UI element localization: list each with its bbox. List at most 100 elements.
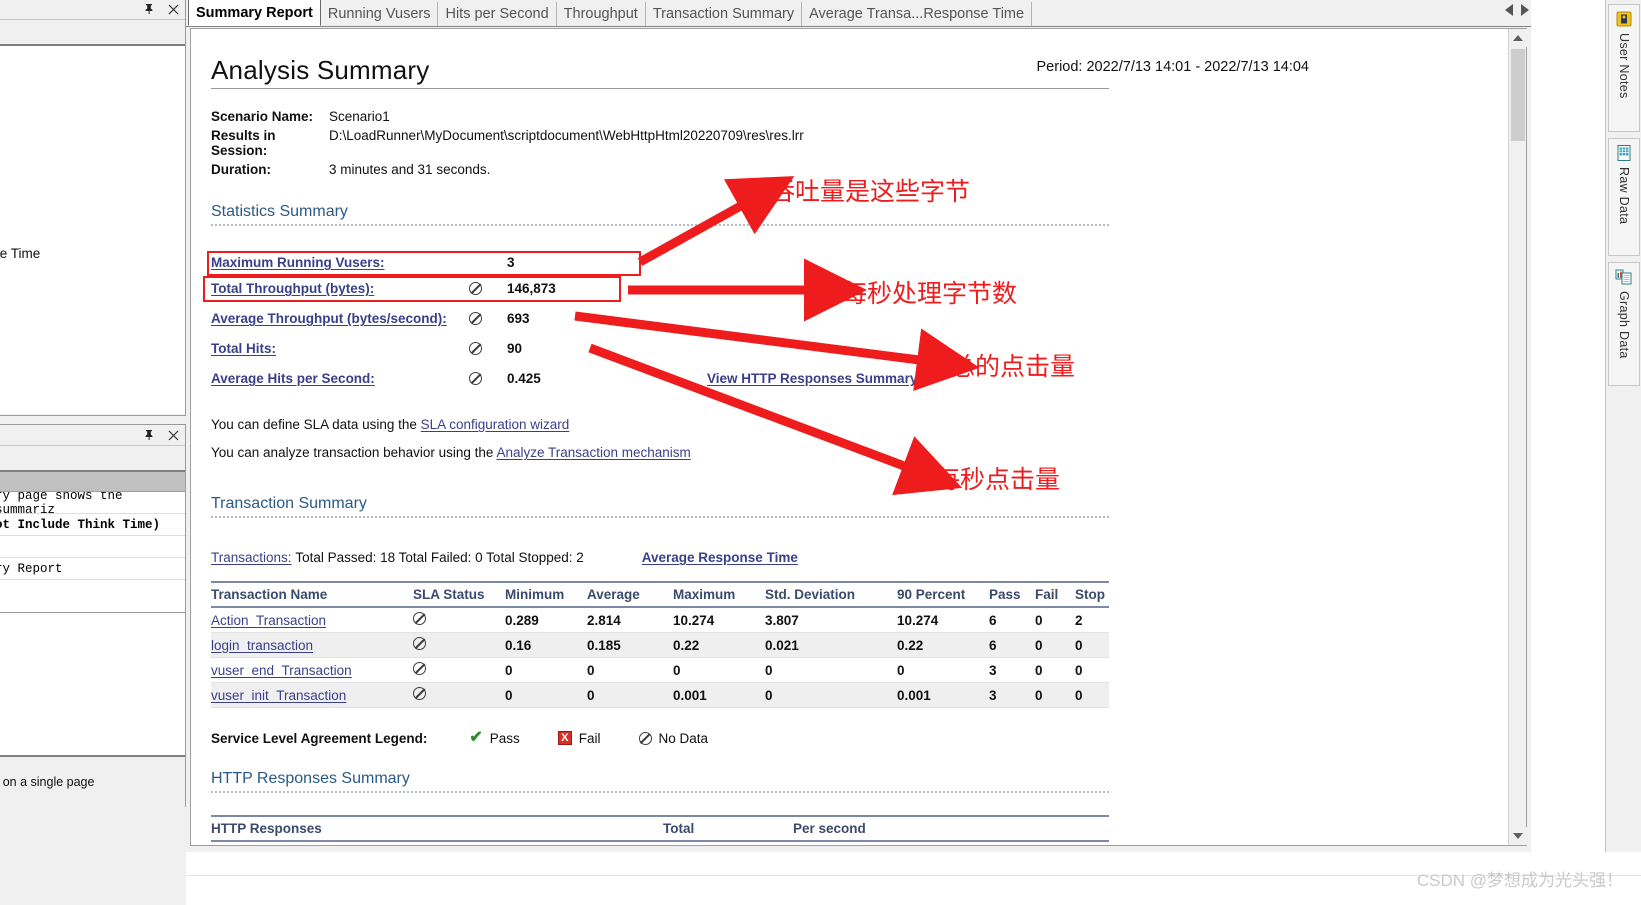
panel-toolbar[interactable] <box>0 20 185 46</box>
analyze-transaction-mechanism-link[interactable]: Analyze Transaction mechanism <box>496 445 690 460</box>
transactions-counts: Total Passed: 18 Total Failed: 0 Total S… <box>295 550 584 565</box>
notes-icon <box>1615 10 1633 28</box>
tab-average-transaction-response-time[interactable]: Average Transa...Response Time <box>802 2 1033 26</box>
cell-http-response-name[interactable]: HTTP_200 <box>211 841 663 845</box>
cell-average: 0.185 <box>587 637 621 653</box>
tab-transaction-summary[interactable]: Transaction Summary <box>645 2 803 26</box>
scroll-up-button[interactable] <box>1509 29 1527 47</box>
transaction-table: Transaction Name SLA Status Minimum Aver… <box>211 581 1109 708</box>
list-item[interactable]: ot Include Think Time) <box>0 514 185 536</box>
list-item-label: ry page shows the summariz <box>0 492 123 514</box>
cell-std-deviation: 0 <box>765 687 773 703</box>
cell-minimum: 0.16 <box>505 637 532 653</box>
table-row[interactable]: Action_Transaction 0.289 2.814 10.274 3.… <box>211 607 1109 633</box>
triangle-right-icon[interactable] <box>1521 4 1529 16</box>
right-tool-rail: User Notes Raw Data Graph Data <box>1605 0 1641 852</box>
report-vertical-scrollbar[interactable] <box>1508 29 1527 845</box>
cell-transaction-name[interactable]: Action_Transaction <box>211 607 413 633</box>
cell-maximum: 10.274 <box>673 612 715 628</box>
view-http-responses-summary-link[interactable]: View HTTP Responses Summary <box>707 371 917 386</box>
tab-running-vusers[interactable]: Running Vusers <box>320 2 439 26</box>
stat-label[interactable]: Average Hits per Second: <box>211 371 469 386</box>
tab-label: Transaction Summary <box>652 6 795 22</box>
section-heading-transaction-summary: Transaction Summary <box>211 495 367 512</box>
cell-pass: 6 <box>989 612 997 628</box>
meta-row-results-in-session: Results in Session: D:\LoadRunner\MyDocu… <box>211 128 1501 158</box>
table-row[interactable]: login_transaction 0.16 0.185 0.22 0.021 … <box>211 632 1109 658</box>
sla-legend: Service Level Agreement Legend: ✔ Pass X… <box>211 730 1501 746</box>
tab-summary-report[interactable]: Summary Report <box>188 0 321 26</box>
stat-icon-slot <box>469 372 507 385</box>
panel-toolbar-2[interactable] <box>0 446 185 472</box>
list-item[interactable]: ry Report <box>0 558 185 580</box>
triangle-left-icon[interactable] <box>1505 4 1513 16</box>
close-icon[interactable] <box>165 427 181 443</box>
chevron-down-icon <box>1513 833 1523 839</box>
http-responses-table: HTTP Responses Total Per second HTTP_200… <box>211 815 1109 845</box>
stat-row-average-hits-per-second: Average Hits per Second: 0.425 View HTTP… <box>211 368 1501 389</box>
col-http-responses: HTTP Responses <box>211 815 663 842</box>
list-item[interactable] <box>0 536 185 558</box>
report-frame: Analysis Summary Period: 2022/7/13 14:01… <box>190 28 1527 846</box>
cell-average: 2.814 <box>587 612 621 628</box>
vtab-raw-data[interactable]: Raw Data <box>1608 138 1640 256</box>
table-row[interactable]: vuser_end_Transaction 0 0 0 0 0 3 0 0 <box>211 658 1109 683</box>
no-data-icon <box>413 687 426 700</box>
section-divider <box>211 791 1109 793</box>
tab-scroll-controls <box>1505 4 1529 16</box>
tab-strip: Summary Report Running Vusers Hits per S… <box>186 0 1531 27</box>
tab-throughput[interactable]: Throughput <box>556 2 646 26</box>
graph-tree-body[interactable]: se Time <box>0 46 185 414</box>
stat-label[interactable]: Maximum Running Vusers: <box>211 255 469 270</box>
cell-90-percent: 0.22 <box>897 637 924 653</box>
vtab-label: Raw Data <box>1617 167 1631 225</box>
meta-value: 3 minutes and 31 seconds. <box>329 162 491 177</box>
sla-legend-title: Service Level Agreement Legend: <box>211 730 428 746</box>
cell-std-deviation: 0.021 <box>765 637 799 653</box>
fail-x-icon: X <box>557 731 572 745</box>
cell-fail: 0 <box>1035 687 1043 703</box>
stat-row-total-throughput: Total Throughput (bytes): 146,873 <box>211 278 1501 299</box>
cell-transaction-name[interactable]: vuser_init_Transaction <box>211 683 413 708</box>
list-item[interactable]: ry page shows the summariz <box>0 492 185 514</box>
close-icon[interactable] <box>165 1 181 17</box>
pin-icon[interactable] <box>141 427 157 443</box>
status-bar: s on a single page <box>0 755 186 807</box>
tip-sla: You can define SLA data using the SLA co… <box>211 417 1501 441</box>
report-document: Analysis Summary Period: 2022/7/13 14:01… <box>211 29 1501 845</box>
average-response-time-link[interactable]: Average Response Time <box>642 550 798 565</box>
graph-data-icon <box>1615 268 1633 286</box>
transactions-link[interactable]: Transactions: <box>211 550 292 565</box>
description-grid[interactable]: ry page shows the summariz ot Include Th… <box>0 472 185 628</box>
cell-stop: 2 <box>1075 612 1083 628</box>
tab-hits-per-second[interactable]: Hits per Second <box>438 2 557 26</box>
legend-label: Pass <box>489 730 520 746</box>
cell-per-second: 0.425 <box>793 841 1109 845</box>
cell-average: 0 <box>587 662 595 678</box>
lower-blank-body[interactable] <box>0 613 185 763</box>
table-row[interactable]: HTTP_200 90 0.425 <box>211 841 1109 845</box>
scrollbar-thumb[interactable] <box>1511 49 1525 141</box>
stat-label[interactable]: Total Hits: <box>211 341 469 356</box>
stat-icon-slot <box>469 312 507 325</box>
stat-label[interactable]: Average Throughput (bytes/second): <box>211 311 469 326</box>
pin-icon[interactable] <box>141 1 157 17</box>
vtab-graph-data[interactable]: Graph Data <box>1608 262 1640 386</box>
sla-configuration-wizard-link[interactable]: SLA configuration wizard <box>421 417 570 432</box>
vtab-user-notes[interactable]: User Notes <box>1608 4 1640 132</box>
description-panel: ry page shows the summariz ot Include Th… <box>0 424 186 630</box>
table-row[interactable]: vuser_init_Transaction 0 0 0.001 0 0.001… <box>211 682 1109 708</box>
raw-data-icon <box>1615 144 1633 162</box>
col-stop: Stop <box>1075 581 1109 608</box>
tab-label: Summary Report <box>196 4 313 21</box>
col-std-deviation: Std. Deviation <box>765 581 897 608</box>
scroll-down-button[interactable] <box>1509 827 1527 845</box>
cell-transaction-name[interactable]: vuser_end_Transaction <box>211 658 413 683</box>
legend-item-no-data: No Data <box>638 731 708 746</box>
stat-label[interactable]: Total Throughput (bytes): <box>211 281 469 296</box>
graph-tree-clipped-item[interactable]: se Time <box>0 246 40 261</box>
cell-transaction-name[interactable]: login_transaction <box>211 633 413 658</box>
col-average: Average <box>587 581 673 608</box>
check-icon: ✔ <box>469 729 483 746</box>
cell-stop: 0 <box>1075 687 1083 703</box>
